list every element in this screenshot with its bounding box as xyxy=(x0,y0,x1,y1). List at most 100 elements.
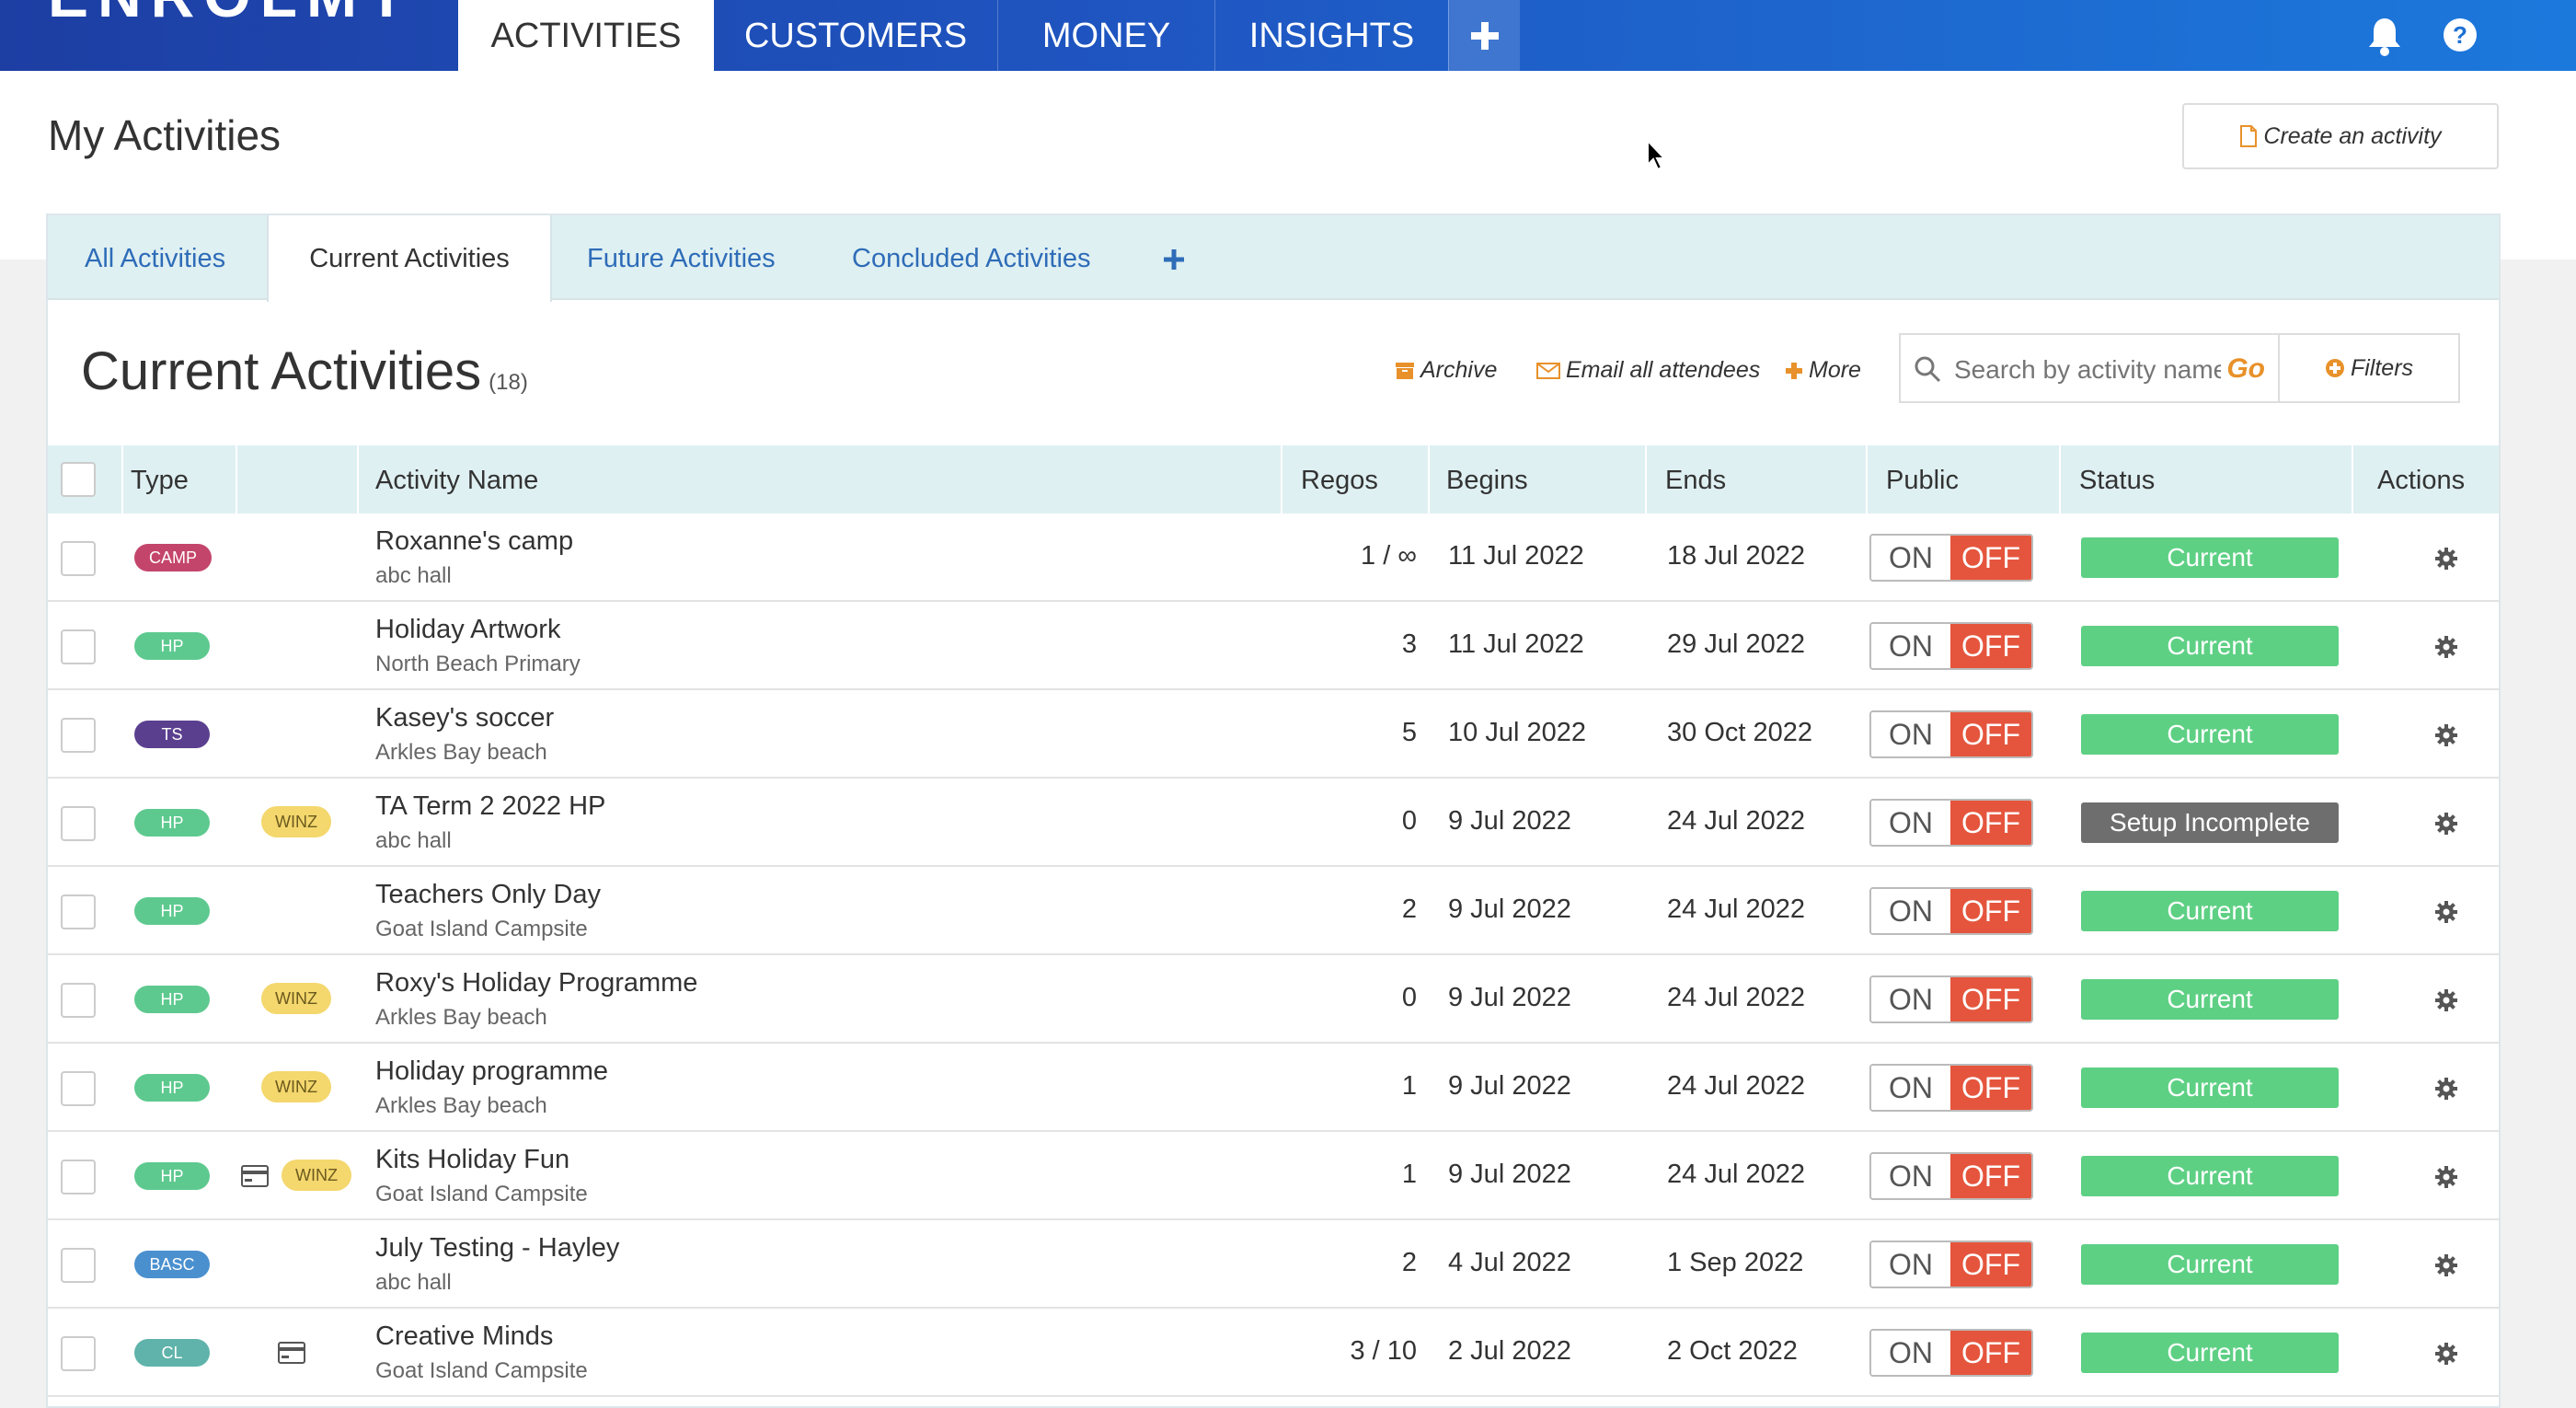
toggle-on-option[interactable]: ON xyxy=(1871,1331,1950,1375)
table-row[interactable]: HP Holiday Artwork North Beach Primary 3 11 … xyxy=(48,602,2499,690)
table-row[interactable]: BASC July Testing - Hayley abc hall 2 4 Jul … xyxy=(48,1220,2499,1309)
gear-icon[interactable] xyxy=(2434,723,2458,747)
column-header-status[interactable]: Status xyxy=(2079,445,2155,514)
nav-add-plus-icon[interactable] xyxy=(1448,0,1520,71)
public-toggle[interactable]: ON OFF xyxy=(1869,534,2033,582)
toggle-off-option[interactable]: OFF xyxy=(1950,1154,2031,1198)
row-checkbox[interactable] xyxy=(61,806,96,841)
table-row[interactable]: CL Creative Minds Goat Island Campsite 3 / … xyxy=(48,1309,2499,1397)
subtab-current-activities[interactable]: Current Activities xyxy=(267,215,552,302)
question-circle-icon[interactable]: ? xyxy=(2444,18,2477,52)
row-checkbox[interactable] xyxy=(61,1071,96,1106)
column-header-begins[interactable]: Begins xyxy=(1446,445,1528,514)
toggle-on-option[interactable]: ON xyxy=(1871,1242,1950,1287)
row-checkbox[interactable] xyxy=(61,894,96,929)
column-header-regos[interactable]: Regos xyxy=(1301,445,1378,514)
gear-icon[interactable] xyxy=(2434,1077,2458,1101)
search-input[interactable] xyxy=(1952,352,2223,388)
row-checkbox[interactable] xyxy=(61,1248,96,1283)
row-checkbox[interactable] xyxy=(61,1336,96,1371)
toggle-on-option[interactable]: ON xyxy=(1871,977,1950,1021)
toggle-off-option[interactable]: OFF xyxy=(1950,536,2031,580)
select-all-checkbox[interactable] xyxy=(61,462,96,497)
public-toggle[interactable]: ON OFF xyxy=(1869,1241,2033,1288)
activity-name-link[interactable]: Holiday programme xyxy=(375,1056,608,1087)
email-all-attendees-button[interactable]: Email all attendees xyxy=(1536,357,1760,384)
public-toggle[interactable]: ON OFF xyxy=(1869,1152,2033,1200)
table-row[interactable]: HP Teachers Only Day Goat Island Campsite 2… xyxy=(48,867,2499,955)
toggle-off-option[interactable]: OFF xyxy=(1950,801,2031,845)
activity-name-link[interactable]: Holiday Artwork xyxy=(375,615,560,645)
nav-tab-customers[interactable]: CUSTOMERS xyxy=(714,0,997,71)
gear-icon[interactable] xyxy=(2434,1253,2458,1277)
table-row[interactable]: HP WINZ Holiday programme Arkles Bay beach 1… xyxy=(48,1044,2499,1132)
table-row[interactable]: TS Kasey's soccer Arkles Bay beach 5 10 Jul … xyxy=(48,690,2499,779)
activity-name-link[interactable]: Roxanne's camp xyxy=(375,526,573,557)
public-toggle[interactable]: ON OFF xyxy=(1869,1064,2033,1112)
toggle-off-option[interactable]: OFF xyxy=(1950,1331,2031,1375)
public-toggle[interactable]: ON OFF xyxy=(1869,1329,2033,1377)
app-logo[interactable]: ENROLMY xyxy=(48,0,416,26)
bell-icon[interactable] xyxy=(2366,17,2403,57)
toggle-on-option[interactable]: ON xyxy=(1871,712,1950,756)
toggle-off-option[interactable]: OFF xyxy=(1950,712,2031,756)
table-row[interactable]: CAMP Roxanne's camp abc hall 1 / ∞ 11 Jul 20… xyxy=(48,514,2499,602)
toggle-off-option[interactable]: OFF xyxy=(1950,977,2031,1021)
table-row[interactable]: HP WINZ Kits Holiday Fun Goat Island Campsi… xyxy=(48,1132,2499,1220)
activity-name-link[interactable]: Teachers Only Day xyxy=(375,880,601,910)
toggle-on-option[interactable]: ON xyxy=(1871,624,1950,668)
toggle-off-option[interactable]: OFF xyxy=(1950,624,2031,668)
public-toggle[interactable]: ON OFF xyxy=(1869,710,2033,758)
gear-icon[interactable] xyxy=(2434,547,2458,571)
row-checkbox[interactable] xyxy=(61,983,96,1018)
row-checkbox[interactable] xyxy=(61,718,96,753)
create-activity-button[interactable]: Create an activity xyxy=(2182,103,2499,169)
toggle-on-option[interactable]: ON xyxy=(1871,1066,1950,1110)
search-go-button[interactable]: Go xyxy=(2226,353,2265,385)
activity-name-link[interactable]: Kits Holiday Fun xyxy=(375,1145,569,1175)
row-checkbox[interactable] xyxy=(61,541,96,576)
toggle-on-option[interactable]: ON xyxy=(1871,889,1950,933)
nav-tab-activities[interactable]: ACTIVITIES xyxy=(458,0,714,71)
regos-count: 2 xyxy=(1401,1248,1417,1277)
subtab-all-activities[interactable]: All Activities xyxy=(85,215,225,300)
activity-name-link[interactable]: Creative Minds xyxy=(375,1321,553,1352)
toggle-off-option[interactable]: OFF xyxy=(1950,889,2031,933)
gear-icon[interactable] xyxy=(2434,1342,2458,1366)
public-toggle[interactable]: ON OFF xyxy=(1869,799,2033,847)
toggle-on-option[interactable]: ON xyxy=(1871,801,1950,845)
gear-icon[interactable] xyxy=(2434,900,2458,924)
gear-icon[interactable] xyxy=(2434,812,2458,836)
public-toggle[interactable]: ON OFF xyxy=(1869,622,2033,670)
column-header-activity-name[interactable]: Activity Name xyxy=(375,445,538,514)
toggle-on-option[interactable]: ON xyxy=(1871,1154,1950,1198)
activity-name-link[interactable]: Roxy's Holiday Programme xyxy=(375,968,697,998)
public-toggle[interactable]: ON OFF xyxy=(1869,887,2033,935)
column-header-public[interactable]: Public xyxy=(1886,445,1959,514)
table-row[interactable]: HP WINZ Roxy's Holiday Programme Arkles Bay… xyxy=(48,955,2499,1044)
table-row[interactable]: HP WINZ TA Term 2 2022 HP abc hall 0 9 Jul 20… xyxy=(48,779,2499,867)
row-checkbox[interactable] xyxy=(61,1160,96,1194)
gear-icon[interactable] xyxy=(2434,988,2458,1012)
archive-button[interactable]: Archive xyxy=(1395,357,1497,384)
activity-location: abc hall xyxy=(375,563,452,588)
column-header-type[interactable]: Type xyxy=(131,445,189,514)
subtab-concluded-activities[interactable]: Concluded Activities xyxy=(852,215,1091,300)
subtab-future-activities[interactable]: Future Activities xyxy=(587,215,776,300)
row-checkbox[interactable] xyxy=(61,629,96,664)
public-toggle[interactable]: ON OFF xyxy=(1869,975,2033,1023)
toggle-on-option[interactable]: ON xyxy=(1871,536,1950,580)
gear-icon[interactable] xyxy=(2434,1165,2458,1189)
more-button[interactable]: More xyxy=(1785,357,1861,384)
toggle-off-option[interactable]: OFF xyxy=(1950,1066,2031,1110)
column-header-ends[interactable]: Ends xyxy=(1665,445,1726,514)
gear-icon[interactable] xyxy=(2434,635,2458,659)
toggle-off-option[interactable]: OFF xyxy=(1950,1242,2031,1287)
nav-tab-money[interactable]: MONEY xyxy=(997,0,1214,71)
activity-name-link[interactable]: Kasey's soccer xyxy=(375,703,554,733)
activity-name-link[interactable]: July Testing - Hayley xyxy=(375,1233,619,1264)
activity-name-link[interactable]: TA Term 2 2022 HP xyxy=(375,791,605,822)
filters-button[interactable]: Filters xyxy=(2278,333,2460,403)
add-subtab-plus-icon[interactable] xyxy=(1163,248,1185,271)
nav-tab-insights[interactable]: INSIGHTS xyxy=(1214,0,1448,71)
